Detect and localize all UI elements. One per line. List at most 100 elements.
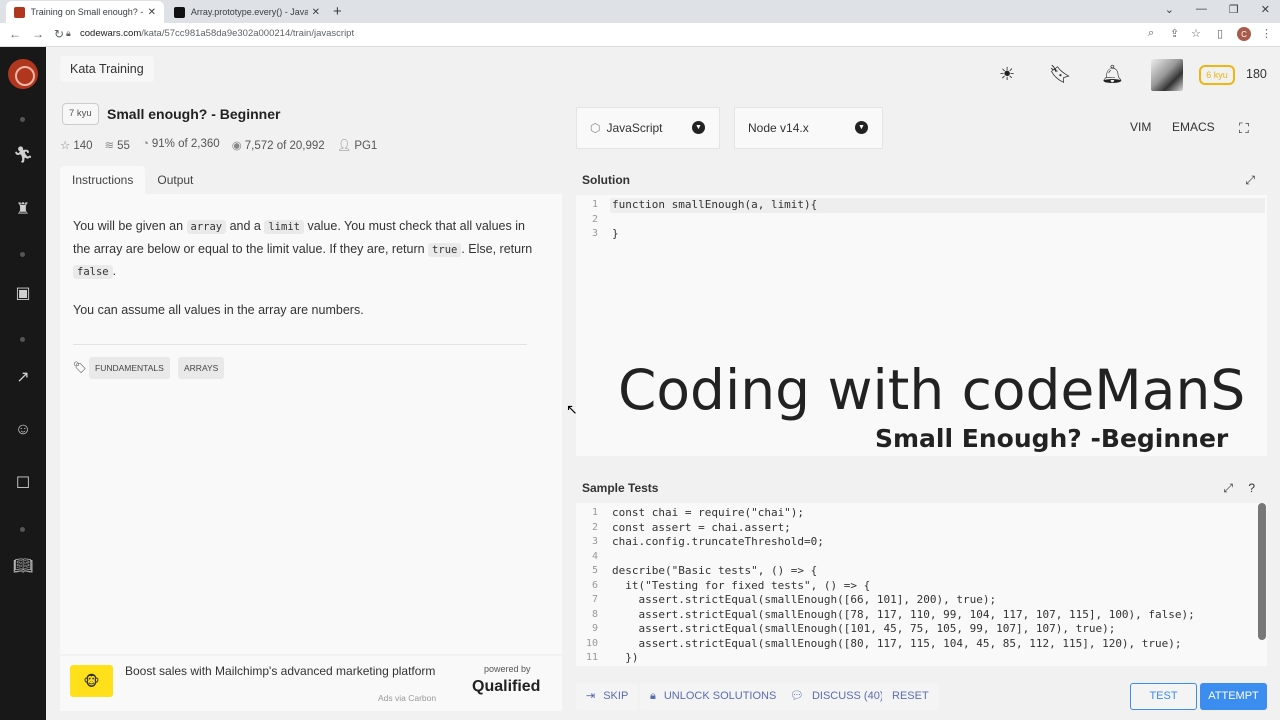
attempt-button[interactable]: ATTEMPT (1200, 683, 1267, 710)
kata-description: You will be given an array and a limit v… (73, 216, 543, 337)
browser-tab-title: Array.prototype.every() - JavaScr (190, 7, 308, 17)
video-overlay-subtitle: Small Enough? -Beginner (875, 424, 1229, 453)
tests-code[interactable]: const chai = require("chai"); const asser… (612, 506, 1195, 666)
expand-icon[interactable]: ⤢ (1245, 165, 1255, 195)
line-number: 3 (591, 228, 598, 239)
browser-tab-bar: Training on Small enough? - Beg ✕ Array.… (0, 0, 1280, 23)
ad-via-carbon[interactable]: Ads via Carbon (378, 693, 436, 703)
help-icon[interactable]: ? (1248, 473, 1255, 503)
page-section-label: Kata Training (60, 56, 154, 82)
nav-separator-dot (20, 252, 25, 257)
kata-stats: ☆ 140 ≋ 55 ◔ 91% of 2,360 ◉ 7,572 of 20,992 … (60, 138, 377, 152)
fullscreen-icon[interactable]: ⛶ (1239, 120, 1249, 137)
chevron-down-icon: ▼ (855, 121, 868, 134)
close-tab-icon[interactable]: ✕ (312, 7, 320, 18)
star-icon: ☆ (60, 140, 71, 152)
window-close-icon[interactable]: ✕ (1261, 3, 1270, 16)
minimize-icon[interactable]: — (1196, 3, 1207, 16)
description-paragraph: You can assume all values in the array a… (73, 302, 364, 317)
browser-tab-mdn[interactable]: Array.prototype.every() - JavaScr ✕ (166, 1, 328, 23)
tag-arrays[interactable]: ARRAYS (178, 357, 225, 379)
user-avatar[interactable] (1151, 59, 1183, 91)
reload-icon[interactable]: ↻ (54, 27, 64, 41)
solution-label: Solution (582, 173, 630, 187)
ad-text[interactable]: Boost sales with Mailchimp's advanced ma… (125, 664, 435, 678)
zoom-icon[interactable]: ⌕ (1148, 27, 1154, 40)
profile-avatar[interactable]: C (1237, 27, 1251, 41)
discuss-button[interactable]: 💬︎ DISCUSS (40) (780, 683, 894, 710)
tag-fundamentals[interactable]: FUNDAMENTALS (89, 357, 170, 379)
practice-icon[interactable]: ♜ (12, 199, 34, 221)
sidebar-nav: 🏃︎ ♜ ▣ ↗ ☺ ☐ 📖︎ (0, 47, 46, 720)
ad-powered-by: powered by (484, 664, 531, 674)
tab-output[interactable]: Output (145, 166, 205, 194)
test-button[interactable]: TEST (1130, 683, 1197, 710)
video-overlay-title: Coding with codeManS (618, 358, 1246, 422)
collections-stat[interactable]: ≋ 55 (105, 138, 130, 152)
browser-menu-icon[interactable]: ⋮ (1261, 27, 1272, 40)
url-host: codewars.com (80, 28, 142, 39)
restore-icon[interactable]: ❐ (1229, 3, 1239, 16)
browser-tab-active[interactable]: Training on Small enough? - Beg ✕ (6, 1, 164, 23)
bookmarks-icon[interactable]: 🔖︎ (1049, 64, 1072, 85)
sample-tests-label: Sample Tests (582, 481, 659, 495)
instructions-panel: You will be given an array and a limit v… (60, 194, 562, 654)
training-icon[interactable]: 🏃︎ (12, 145, 34, 167)
vim-mode-button[interactable]: VIM (1130, 120, 1151, 134)
forward-icon[interactable]: → (32, 27, 44, 41)
skip-button[interactable]: ⇥ SKIP (576, 683, 639, 710)
author-stat[interactable]: 👤︎ PG1 (337, 138, 378, 152)
qualified-logo[interactable]: Qualified (472, 678, 540, 696)
lock-icon[interactable]: 🔒︎ (66, 28, 71, 39)
line-numbers: 1 2 3 4 5 6 7 8 9 10 11 (576, 506, 598, 666)
code-line: const chai = require("chai"); (612, 506, 805, 519)
new-tab-button[interactable]: + (333, 3, 342, 20)
solution-header: Solution ⤢ (576, 165, 1267, 195)
notifications-bell-icon[interactable]: 🔔︎ (1101, 64, 1124, 85)
code-line: } (612, 227, 619, 240)
language-select[interactable]: ⬡ JavaScript ▼ (576, 107, 720, 149)
tab-instructions[interactable]: Instructions (60, 166, 146, 194)
back-icon[interactable]: ← (9, 27, 21, 41)
code-line: }) (612, 651, 639, 664)
line-number: 1 (591, 507, 598, 518)
close-tab-icon[interactable]: ✕ (148, 7, 156, 18)
code-line: assert.strictEqual(smallEnough([78, 117,… (612, 607, 1195, 621)
reset-button[interactable]: RESET (882, 683, 939, 710)
tests-scrollbar[interactable] (1258, 503, 1266, 640)
code-line: function smallEnough(a, limit){ (612, 198, 818, 211)
collections-icon: ≋ (104, 140, 115, 152)
line-number: 9 (591, 623, 598, 634)
url-field[interactable]: codewars.com/kata/57cc981a58da9e302a0002… (80, 28, 354, 39)
leaderboard-trend-icon[interactable]: ↗ (12, 367, 34, 389)
bookmark-star-icon[interactable]: ☆ (1191, 27, 1201, 40)
share-icon[interactable]: ⇪ (1170, 27, 1179, 40)
line-number: 6 (591, 579, 598, 591)
docs-book-icon[interactable]: 📖︎ (12, 556, 34, 578)
codewars-logo-icon[interactable] (8, 59, 38, 89)
sample-tests-editor[interactable]: 1 2 3 4 5 6 7 8 9 10 11 const chai = require("chai… (576, 503, 1267, 666)
skip-icon: ⇥ (586, 690, 596, 702)
stars-stat[interactable]: ☆ 140 (60, 138, 93, 152)
language-icon: ⬡ (590, 121, 601, 135)
user-icon: 👤︎ (336, 140, 352, 152)
expand-icon[interactable]: ⤢ (1223, 473, 1233, 503)
carbon-ad[interactable]: 🐵︎ Boost sales with Mailchimp's advanced… (60, 656, 562, 711)
jobs-briefcase-icon[interactable]: ▣ (12, 283, 34, 305)
mouse-cursor-icon: ↖ (566, 401, 578, 417)
emacs-mode-button[interactable]: EMACS (1172, 120, 1215, 134)
theme-toggle-sun-icon[interactable]: ☀ (999, 64, 1015, 85)
unlock-solutions-button[interactable]: 🔒︎ UNLOCK SOLUTIONS (640, 683, 787, 710)
runtime-select[interactable]: Node v14.x ▼ (734, 107, 883, 149)
tag-icon: 🏷︎ (73, 362, 87, 374)
discord-icon[interactable]: ☺ (12, 419, 34, 441)
browser-tab-title: Training on Small enough? - Beg (30, 7, 144, 17)
line-number: 8 (591, 608, 598, 620)
description-paragraph: You will be given an array and a limit v… (73, 219, 533, 279)
discussions-icon[interactable]: ☐ (12, 473, 34, 495)
satisfaction-stat: ◔ 91% of 2,360 (141, 138, 220, 150)
side-panel-icon[interactable]: ▯ (1217, 27, 1223, 40)
tab-search-icon[interactable]: ⌄ (1165, 3, 1174, 16)
solution-code[interactable]: function smallEnough(a, limit){ } (612, 198, 817, 242)
